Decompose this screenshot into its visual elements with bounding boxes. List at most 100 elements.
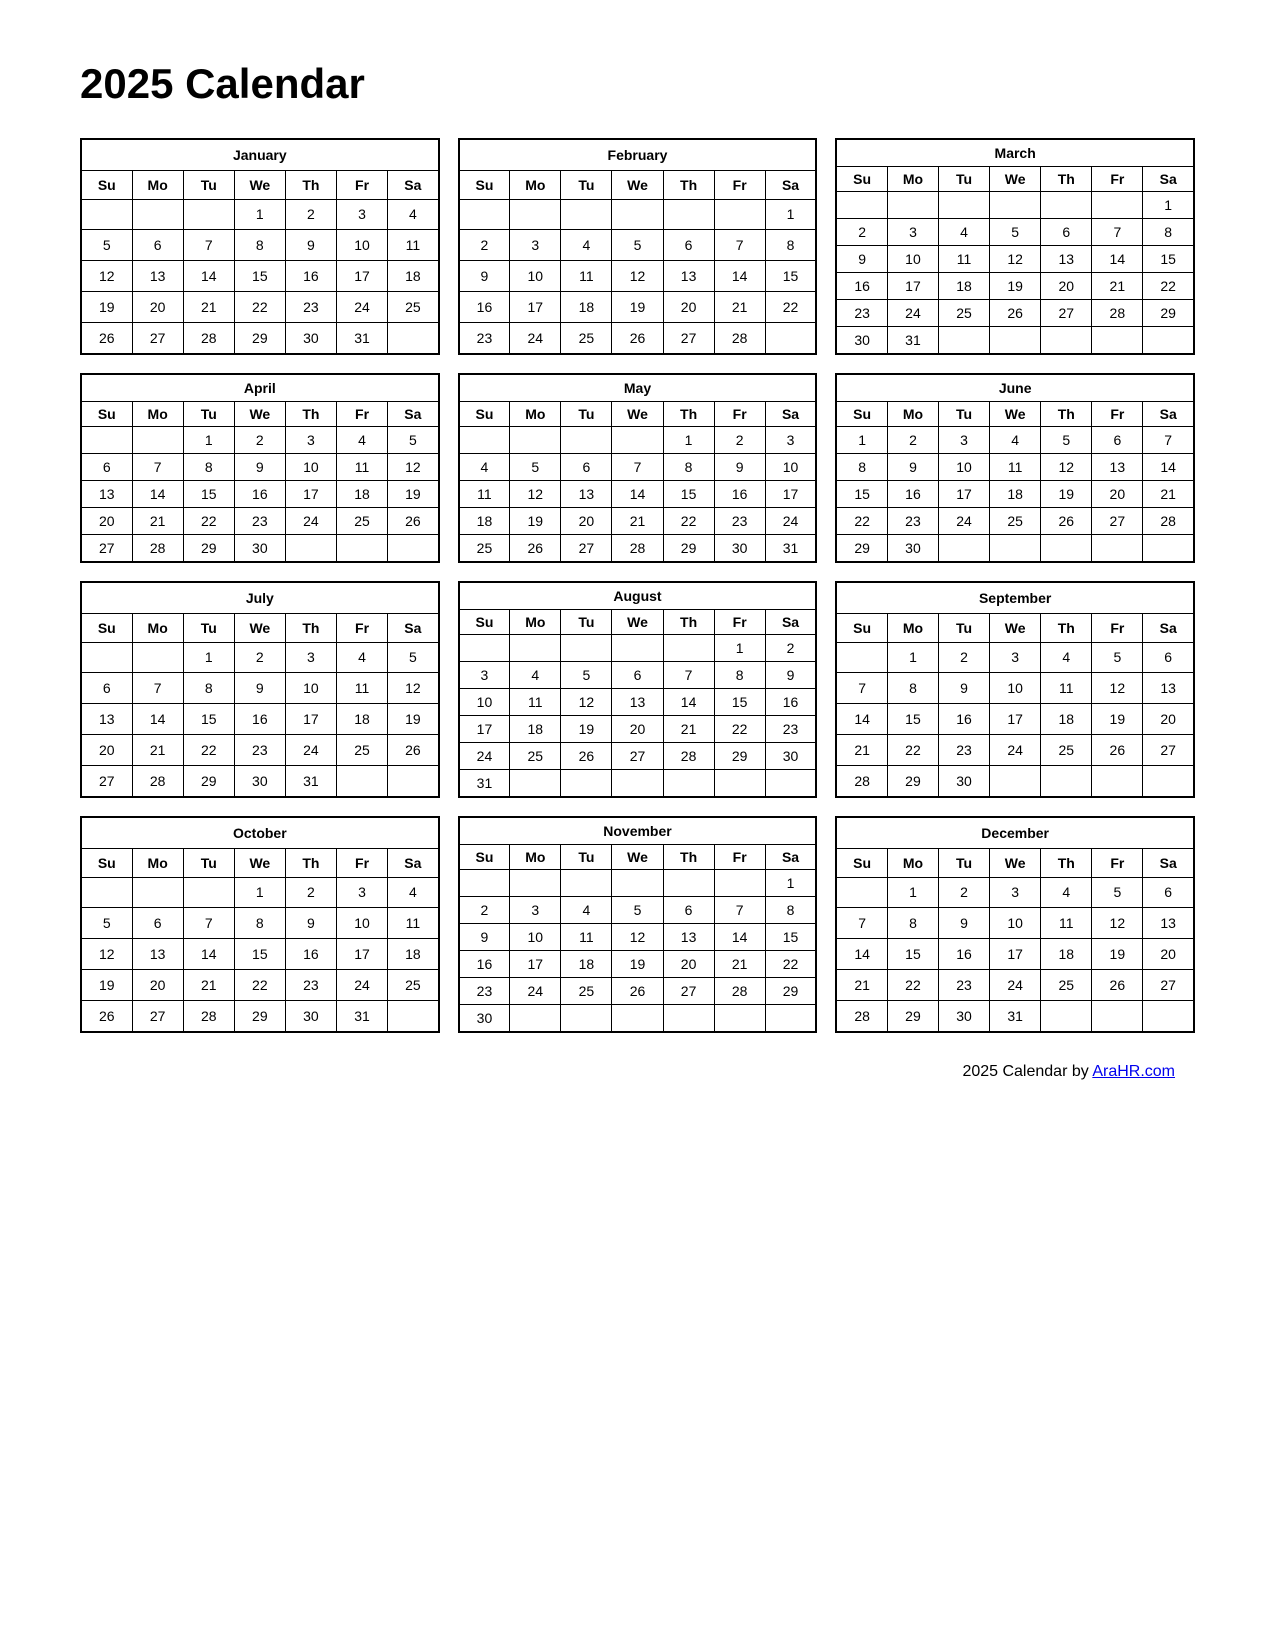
calendar-day: 13 [612, 689, 663, 716]
calendar-day: 16 [887, 481, 938, 508]
calendar-day: 6 [561, 454, 612, 481]
calendar-day: 18 [990, 481, 1041, 508]
calendar-day: 16 [285, 939, 336, 970]
calendar-day [1143, 1001, 1194, 1032]
day-header-mo: Mo [887, 402, 938, 427]
calendar-day: 18 [561, 951, 612, 978]
day-header-tu: Tu [939, 613, 990, 642]
calendar-day [1041, 1001, 1092, 1032]
calendar-day: 10 [990, 908, 1041, 939]
calendar-day: 25 [939, 300, 990, 327]
calendar-day: 3 [285, 642, 336, 673]
calendar-day: 6 [132, 908, 183, 939]
calendar-day: 15 [663, 481, 714, 508]
calendar-day: 20 [1092, 481, 1143, 508]
calendar-day: 1 [234, 199, 285, 230]
calendar-day: 1 [765, 199, 816, 230]
calendar-day: 21 [714, 292, 765, 323]
calendar-day: 1 [887, 642, 938, 673]
day-header-we: We [990, 613, 1041, 642]
day-header-we: We [990, 402, 1041, 427]
calendar-day: 11 [1041, 673, 1092, 704]
calendar-day [663, 770, 714, 798]
calendar-day: 11 [561, 261, 612, 292]
day-header-fr: Fr [714, 610, 765, 635]
month-title-september: September [836, 582, 1194, 613]
day-header-tu: Tu [561, 170, 612, 199]
calendar-day: 26 [510, 535, 561, 563]
calendar-day: 18 [1041, 939, 1092, 970]
calendar-day: 8 [183, 673, 234, 704]
calendar-day: 15 [765, 924, 816, 951]
calendar-day: 19 [81, 292, 132, 323]
calendar-day: 21 [836, 735, 887, 766]
calendar-day [612, 427, 663, 454]
calendar-day: 24 [510, 978, 561, 1005]
calendar-day: 27 [1143, 970, 1194, 1001]
calendar-day: 21 [1092, 273, 1143, 300]
calendar-day [1041, 327, 1092, 355]
calendar-day: 8 [765, 897, 816, 924]
calendar-day: 18 [388, 261, 439, 292]
day-header-tu: Tu [939, 402, 990, 427]
calendar-day: 31 [285, 766, 336, 797]
calendar-day: 15 [183, 704, 234, 735]
calendar-day: 8 [836, 454, 887, 481]
calendar-day: 20 [81, 735, 132, 766]
calendar-day: 19 [81, 970, 132, 1001]
calendar-day: 17 [459, 716, 510, 743]
calendar-day: 31 [336, 1001, 387, 1032]
calendar-day [459, 870, 510, 897]
calendar-day: 22 [714, 716, 765, 743]
day-header-we: We [612, 402, 663, 427]
month-table-january: JanuarySuMoTuWeThFrSa1234567891011121314… [80, 138, 440, 355]
calendar-day: 12 [612, 924, 663, 951]
calendar-day: 13 [1041, 246, 1092, 273]
calendar-day: 3 [939, 427, 990, 454]
calendar-day: 14 [1092, 246, 1143, 273]
calendar-day [714, 870, 765, 897]
calendar-day: 29 [714, 743, 765, 770]
day-header-we: We [234, 848, 285, 877]
calendar-day: 29 [663, 535, 714, 563]
footer-link[interactable]: AraHR.com [1092, 1063, 1175, 1080]
calendar-day: 13 [81, 481, 132, 508]
calendar-day [939, 192, 990, 219]
calendar-day: 12 [612, 261, 663, 292]
calendar-day [388, 1001, 439, 1032]
calendar-day: 21 [714, 951, 765, 978]
calendar-day [81, 642, 132, 673]
day-header-su: Su [459, 610, 510, 635]
day-header-we: We [990, 848, 1041, 877]
calendar-day [990, 535, 1041, 563]
month-table-may: MaySuMoTuWeThFrSa12345678910111213141516… [458, 373, 818, 563]
day-header-tu: Tu [561, 845, 612, 870]
calendar-day: 18 [336, 704, 387, 735]
calendar-day: 23 [939, 735, 990, 766]
calendar-day: 27 [612, 743, 663, 770]
calendar-day: 26 [1092, 735, 1143, 766]
calendar-day [765, 770, 816, 798]
day-header-sa: Sa [388, 848, 439, 877]
day-header-th: Th [663, 610, 714, 635]
calendar-day: 9 [285, 908, 336, 939]
day-header-su: Su [459, 845, 510, 870]
calendar-day: 20 [663, 292, 714, 323]
day-header-th: Th [1041, 848, 1092, 877]
day-header-th: Th [1041, 613, 1092, 642]
calendar-day [561, 770, 612, 798]
calendar-day: 7 [714, 897, 765, 924]
calendar-day: 10 [765, 454, 816, 481]
calendar-day: 1 [183, 642, 234, 673]
calendar-day: 20 [132, 970, 183, 1001]
calendar-day [612, 199, 663, 230]
calendar-day: 23 [765, 716, 816, 743]
calendar-day: 1 [714, 635, 765, 662]
calendar-day: 14 [836, 704, 887, 735]
calendar-day: 7 [714, 230, 765, 261]
calendar-day: 24 [887, 300, 938, 327]
day-header-tu: Tu [939, 848, 990, 877]
calendar-day: 23 [714, 508, 765, 535]
calendar-day: 2 [285, 877, 336, 908]
day-header-we: We [234, 613, 285, 642]
